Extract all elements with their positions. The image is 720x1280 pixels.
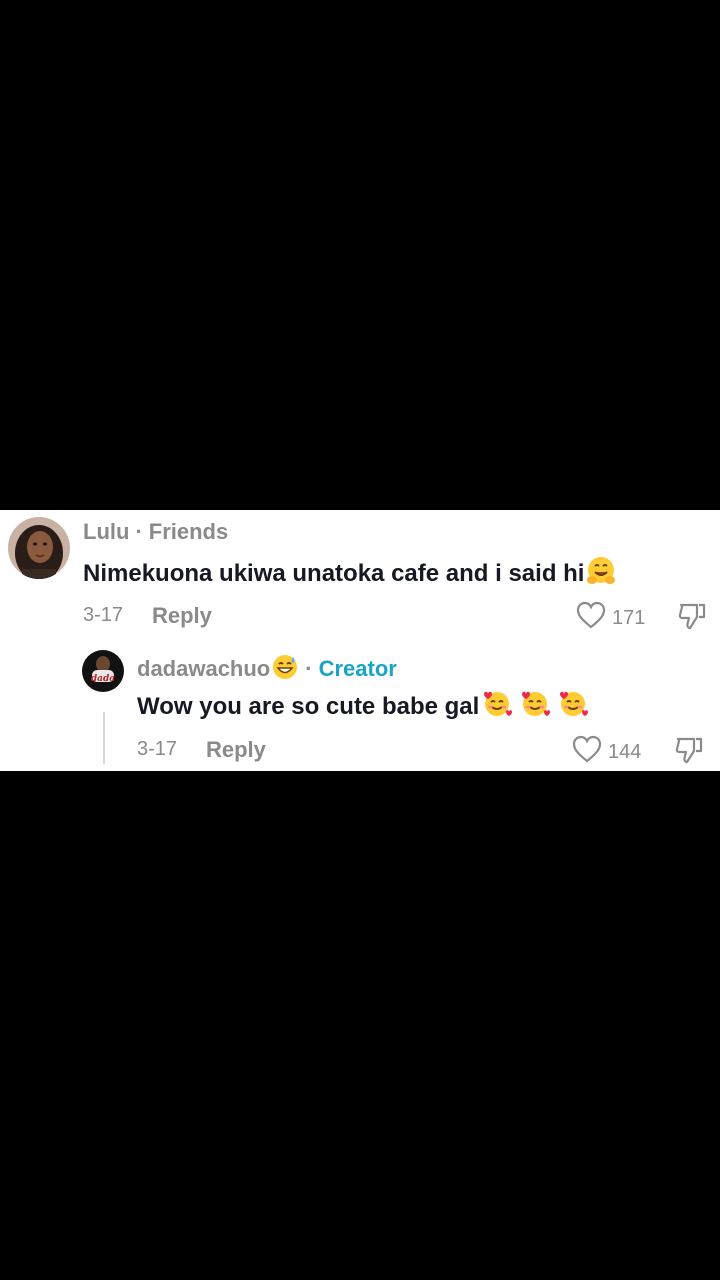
smiling-hearts-emoji-icon (518, 688, 552, 727)
creator-username[interactable]: dadawachuo (137, 656, 270, 681)
reply-button[interactable]: Reply (152, 603, 212, 629)
grinning-sweat-emoji-icon (271, 653, 299, 687)
reply-text: Wow you are so cute babe gal (137, 688, 590, 727)
reply-meta: dadawachuo · Creator (137, 653, 397, 687)
comment-text: Nimekuona ukiwa unatoka cafe and i said … (83, 555, 617, 594)
reply-date: 3-17 (137, 738, 178, 760)
separator-dot: · (305, 655, 313, 681)
heart-icon (572, 735, 602, 769)
friends-badge: Friends (148, 519, 229, 544)
comment-date: 3-17 (83, 604, 124, 626)
svg-text:dada: dada (91, 674, 115, 684)
username[interactable]: Lulu (83, 519, 129, 544)
hugging-face-emoji-icon (585, 555, 617, 594)
reply-button[interactable]: Reply (206, 737, 266, 763)
smiling-hearts-emoji-icon (480, 688, 514, 727)
separator-dot: · (135, 519, 143, 544)
thread-line (103, 712, 105, 764)
comment-meta: Lulu · Friends (83, 519, 228, 545)
dislike-button[interactable] (677, 602, 707, 635)
like-button[interactable]: 144 (572, 735, 641, 769)
heart-icon (576, 601, 606, 635)
like-count: 144 (608, 740, 642, 763)
dislike-button[interactable] (674, 736, 704, 769)
comment-text-content: Nimekuona ukiwa unatoka cafe and i said … (83, 559, 585, 587)
like-button[interactable]: 171 (576, 601, 645, 635)
creator-avatar[interactable]: dada (82, 650, 124, 692)
reply-text-content: Wow you are so cute babe gal (137, 692, 480, 720)
creator-badge: Creator (318, 655, 397, 681)
like-count: 171 (612, 606, 646, 629)
thumbs-down-icon (677, 603, 707, 634)
avatar[interactable] (8, 517, 70, 579)
thumbs-down-icon (674, 737, 704, 768)
smiling-hearts-emoji-icon (556, 688, 590, 727)
comment-panel (0, 510, 720, 771)
